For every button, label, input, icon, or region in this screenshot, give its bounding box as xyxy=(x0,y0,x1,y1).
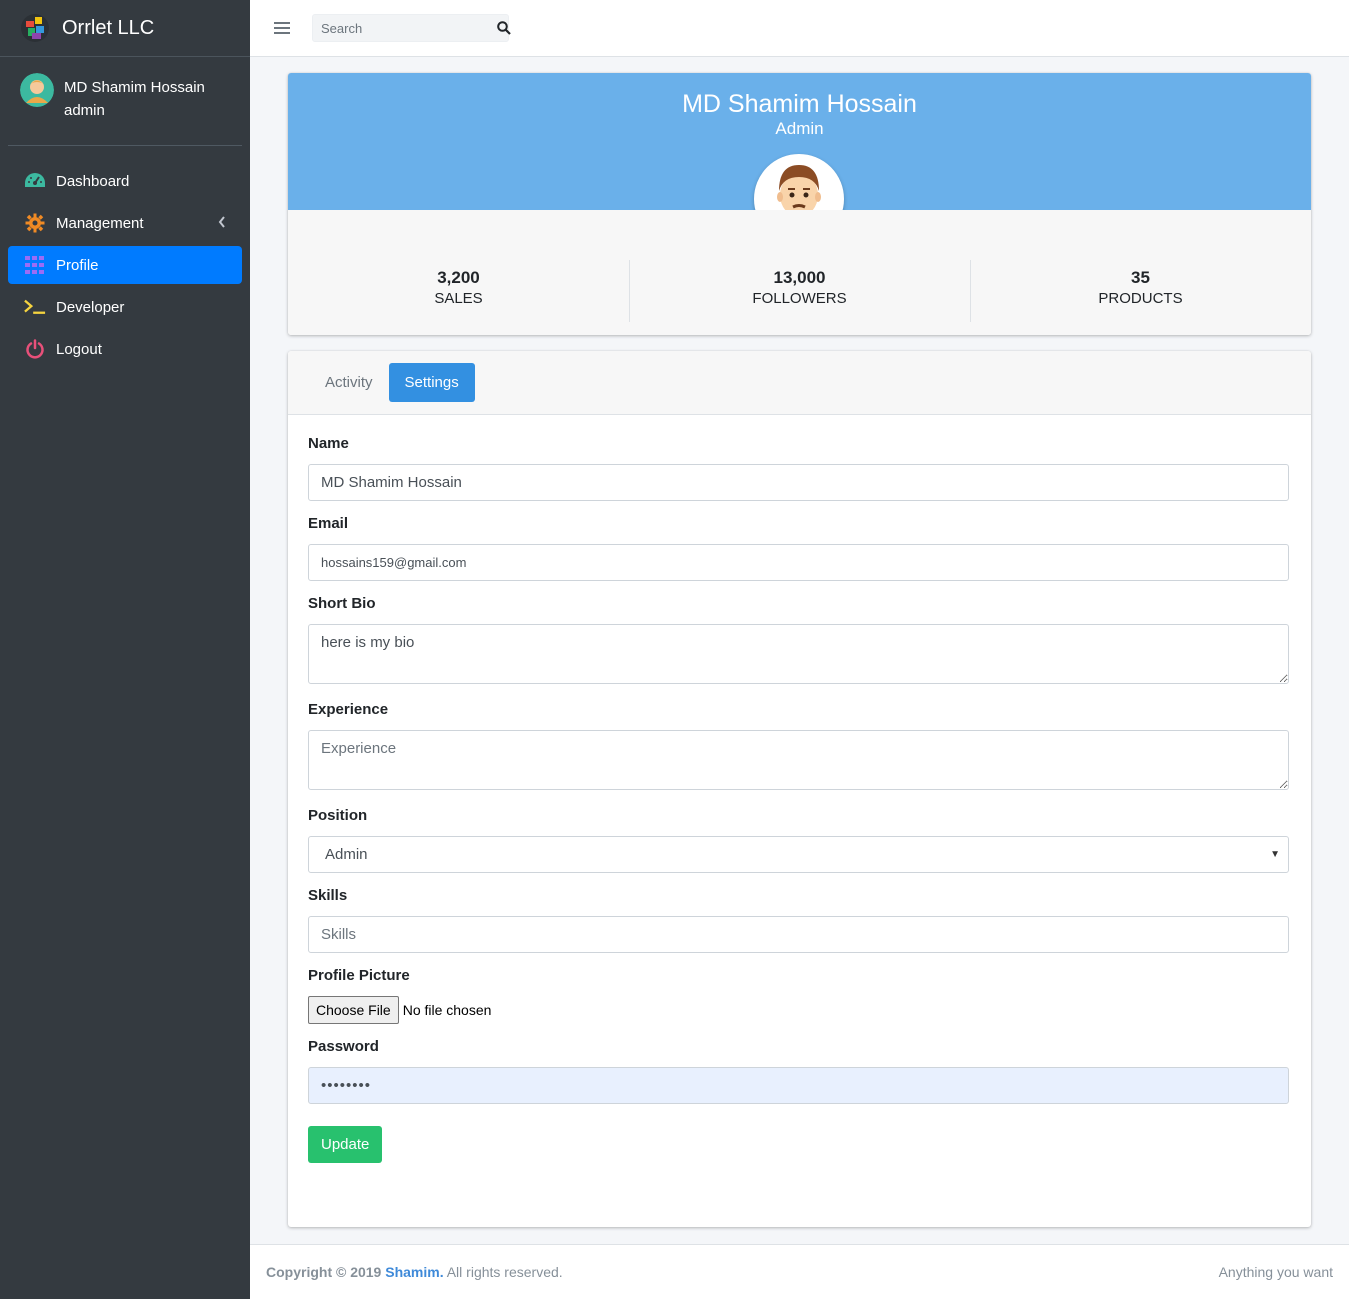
name-field[interactable] xyxy=(308,464,1289,501)
file-input: Choose File No file chosen xyxy=(308,996,1291,1024)
profile-stats: 3,200 SALES 13,000 FOLLOWERS 35 PRODUCTS xyxy=(288,210,1311,335)
sidebar-item-logout[interactable]: Logout xyxy=(8,330,242,368)
profile-name: MD Shamim Hossain xyxy=(682,90,917,118)
avatar xyxy=(20,73,54,107)
position-select[interactable]: Admin ▼ xyxy=(308,836,1289,873)
sidebar-item-label: Dashboard xyxy=(56,172,130,190)
caret-down-icon: ▼ xyxy=(1270,849,1280,860)
user-name: MD Shamim Hossain xyxy=(64,79,205,96)
sidebar-nav: Dashboard Management Profile Developer L… xyxy=(0,162,250,368)
experience-label: Experience xyxy=(308,701,389,718)
bio-label: Short Bio xyxy=(308,595,376,612)
search-box xyxy=(312,14,511,42)
file-status: No file chosen xyxy=(402,1002,492,1018)
footer-company-link[interactable]: Shamim. xyxy=(385,1264,443,1280)
update-button[interactable]: Update xyxy=(308,1126,383,1163)
password-label: Password xyxy=(308,1038,379,1055)
footer: Copyright © 2019 Shamim. All rights rese… xyxy=(250,1244,1349,1299)
footer-copyright: Copyright © 2019 Shamim. All rights rese… xyxy=(266,1264,563,1280)
sidebar-item-developer[interactable]: Developer xyxy=(8,288,242,326)
brand[interactable]: Orrlet LLC xyxy=(0,0,250,57)
rights-text: All rights reserved. xyxy=(446,1264,563,1280)
sidebar-item-management[interactable]: Management xyxy=(8,204,242,242)
sidebar-item-label: Management xyxy=(56,214,144,232)
stat-sales: 3,200 SALES xyxy=(288,210,629,335)
bio-field[interactable]: here is my bio xyxy=(308,624,1289,684)
user-panel[interactable]: MD Shamim Hossain admin xyxy=(8,57,242,146)
tabs-bar: Activity Settings xyxy=(288,351,1311,415)
skills-label: Skills xyxy=(308,887,348,904)
stat-followers: 13,000 FOLLOWERS xyxy=(629,210,970,335)
grid-icon xyxy=(24,254,46,276)
stat-label: PRODUCTS xyxy=(1098,290,1183,307)
stat-label: SALES xyxy=(434,290,483,307)
skills-field[interactable] xyxy=(308,916,1289,953)
user-role: admin xyxy=(64,102,105,119)
hamburger-menu-icon[interactable] xyxy=(274,19,290,37)
sidebar-item-dashboard[interactable]: Dashboard xyxy=(8,162,242,200)
profile-card: MD Shamim Hossain Admin 3,200 SALES 13,0… xyxy=(288,73,1311,335)
footer-right-text: Anything you want xyxy=(1218,1264,1333,1280)
copyright-text: Copyright © 2019 xyxy=(266,1264,382,1280)
topbar xyxy=(250,0,1349,57)
brand-name: Orrlet LLC xyxy=(62,16,155,39)
sidebar-item-label: Profile xyxy=(56,256,99,274)
stat-products: 35 PRODUCTS xyxy=(970,210,1311,335)
profile-picture-label: Profile Picture xyxy=(308,967,410,984)
sidebar-item-label: Developer xyxy=(56,298,125,316)
settings-form: Name Email Short Bio here is my bio Expe… xyxy=(288,415,1311,1163)
tab-settings[interactable]: Settings xyxy=(388,363,475,402)
tachometer-icon xyxy=(24,170,46,192)
gear-icon xyxy=(24,212,46,234)
terminal-icon xyxy=(24,296,46,318)
name-label: Name xyxy=(308,435,349,452)
choose-file-button[interactable]: Choose File xyxy=(308,996,399,1024)
brand-logo-icon xyxy=(21,14,49,42)
position-label: Position xyxy=(308,807,368,824)
tab-activity[interactable]: Activity xyxy=(309,363,389,402)
position-selected-value: Admin xyxy=(325,846,368,863)
chevron-left-icon xyxy=(218,215,226,232)
stat-label: FOLLOWERS xyxy=(752,290,847,307)
sidebar-item-profile[interactable]: Profile xyxy=(8,246,242,284)
sidebar: Orrlet LLC MD Shamim Hossain admin Dashb… xyxy=(0,0,250,1299)
power-icon xyxy=(24,338,46,360)
email-field[interactable] xyxy=(308,544,1289,581)
stat-value: 13,000 xyxy=(773,268,826,287)
email-label: Email xyxy=(308,515,349,532)
experience-field[interactable] xyxy=(308,730,1289,790)
stat-value: 3,200 xyxy=(437,268,480,287)
password-field[interactable]: •••••••• xyxy=(308,1067,1289,1104)
search-icon[interactable] xyxy=(497,15,511,41)
profile-role: Admin xyxy=(775,119,824,138)
search-input[interactable] xyxy=(313,15,497,41)
sidebar-item-label: Logout xyxy=(56,340,102,358)
stat-value: 35 xyxy=(1131,268,1150,287)
settings-card: Activity Settings Name Email Short Bio h… xyxy=(288,351,1311,1227)
